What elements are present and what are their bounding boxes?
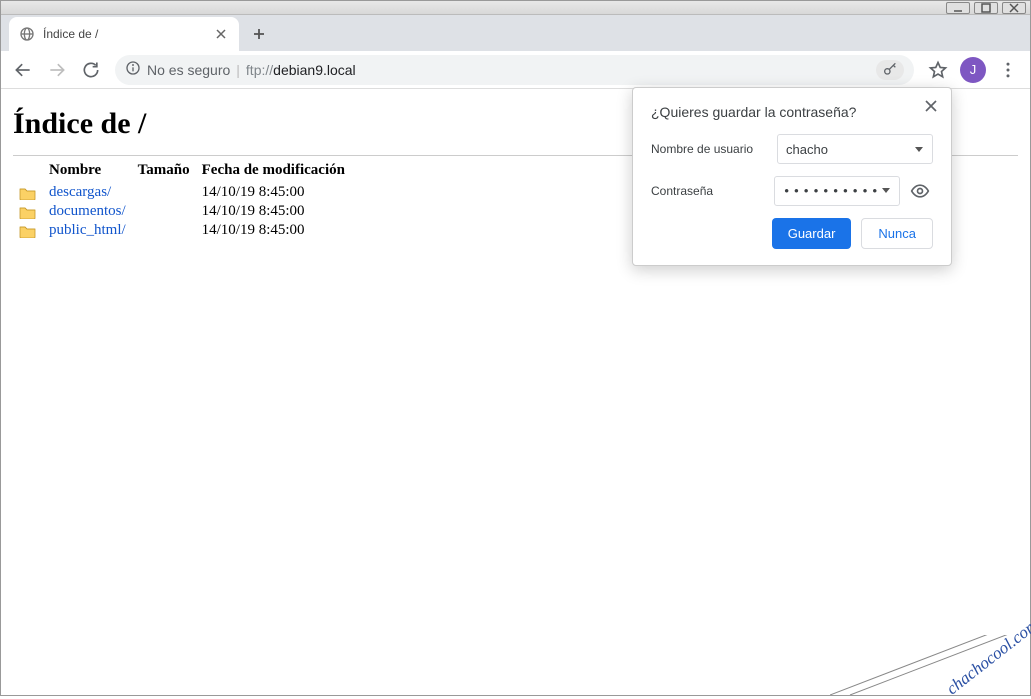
col-modified: Fecha de modificación bbox=[196, 160, 351, 183]
table-row: documentos/14/10/19 8:45:00 bbox=[13, 202, 351, 221]
directory-link[interactable]: documentos/ bbox=[49, 203, 126, 219]
omnibox-separator: | bbox=[236, 62, 240, 78]
globe-icon bbox=[19, 26, 35, 42]
back-button[interactable] bbox=[7, 54, 39, 86]
forward-button[interactable] bbox=[41, 54, 73, 86]
username-select[interactable]: chacho bbox=[777, 134, 933, 164]
username-label: Nombre de usuario bbox=[651, 142, 769, 156]
folder-icon bbox=[19, 224, 37, 238]
url-host: debian9.local bbox=[273, 62, 356, 78]
password-label: Contraseña bbox=[651, 184, 766, 198]
browser-menu-button[interactable] bbox=[992, 54, 1024, 86]
new-tab-button[interactable] bbox=[245, 20, 273, 48]
reload-button[interactable] bbox=[75, 54, 107, 86]
dialog-title: ¿Quieres guardar la contraseña? bbox=[651, 104, 933, 120]
modified-cell: 14/10/19 8:45:00 bbox=[196, 202, 351, 221]
modified-cell: 14/10/19 8:45:00 bbox=[196, 221, 351, 240]
size-cell bbox=[132, 221, 196, 240]
window-minimize-button[interactable] bbox=[946, 2, 970, 14]
url-protocol: ftp:// bbox=[246, 62, 273, 78]
directory-link[interactable]: public_html/ bbox=[49, 222, 126, 238]
never-button[interactable]: Nunca bbox=[861, 218, 933, 249]
profile-avatar[interactable]: J bbox=[960, 57, 986, 83]
save-password-dialog: ¿Quieres guardar la contraseña? Nombre d… bbox=[632, 87, 952, 266]
browser-toolbar: No es seguro | ftp://debian9.local J bbox=[1, 51, 1030, 89]
avatar-initial: J bbox=[970, 62, 977, 77]
table-row: descargas/14/10/19 8:45:00 bbox=[13, 183, 351, 202]
info-icon bbox=[125, 60, 141, 79]
directory-link[interactable]: descargas/ bbox=[49, 184, 111, 200]
table-row: public_html/14/10/19 8:45:00 bbox=[13, 221, 351, 240]
tab-strip: Índice de / bbox=[1, 15, 1030, 51]
folder-icon bbox=[19, 205, 37, 219]
size-cell bbox=[132, 183, 196, 202]
dialog-close-button[interactable] bbox=[921, 96, 941, 116]
key-icon[interactable] bbox=[876, 60, 904, 80]
password-mask: •••••••••• bbox=[783, 184, 881, 199]
not-secure-label: No es seguro bbox=[147, 62, 230, 78]
col-size: Tamaño bbox=[132, 160, 196, 183]
caret-down-icon bbox=[881, 184, 891, 199]
save-button[interactable]: Guardar bbox=[772, 218, 852, 249]
directory-listing: Nombre Tamaño Fecha de modificación desc… bbox=[13, 160, 351, 240]
folder-icon bbox=[19, 186, 37, 200]
window-maximize-button[interactable] bbox=[974, 2, 998, 14]
browser-tab[interactable]: Índice de / bbox=[9, 17, 239, 51]
reveal-password-button[interactable] bbox=[908, 181, 933, 201]
tab-close-button[interactable] bbox=[213, 26, 229, 42]
address-bar[interactable]: No es seguro | ftp://debian9.local bbox=[115, 55, 914, 85]
window-titlebar bbox=[1, 1, 1030, 15]
modified-cell: 14/10/19 8:45:00 bbox=[196, 183, 351, 202]
tab-title: Índice de / bbox=[43, 27, 205, 41]
size-cell bbox=[132, 202, 196, 221]
bookmark-star-button[interactable] bbox=[922, 54, 954, 86]
password-select[interactable]: •••••••••• bbox=[774, 176, 900, 206]
caret-down-icon bbox=[914, 142, 924, 157]
username-value: chacho bbox=[786, 142, 828, 157]
col-name: Nombre bbox=[43, 160, 132, 183]
window-close-button[interactable] bbox=[1002, 2, 1026, 14]
